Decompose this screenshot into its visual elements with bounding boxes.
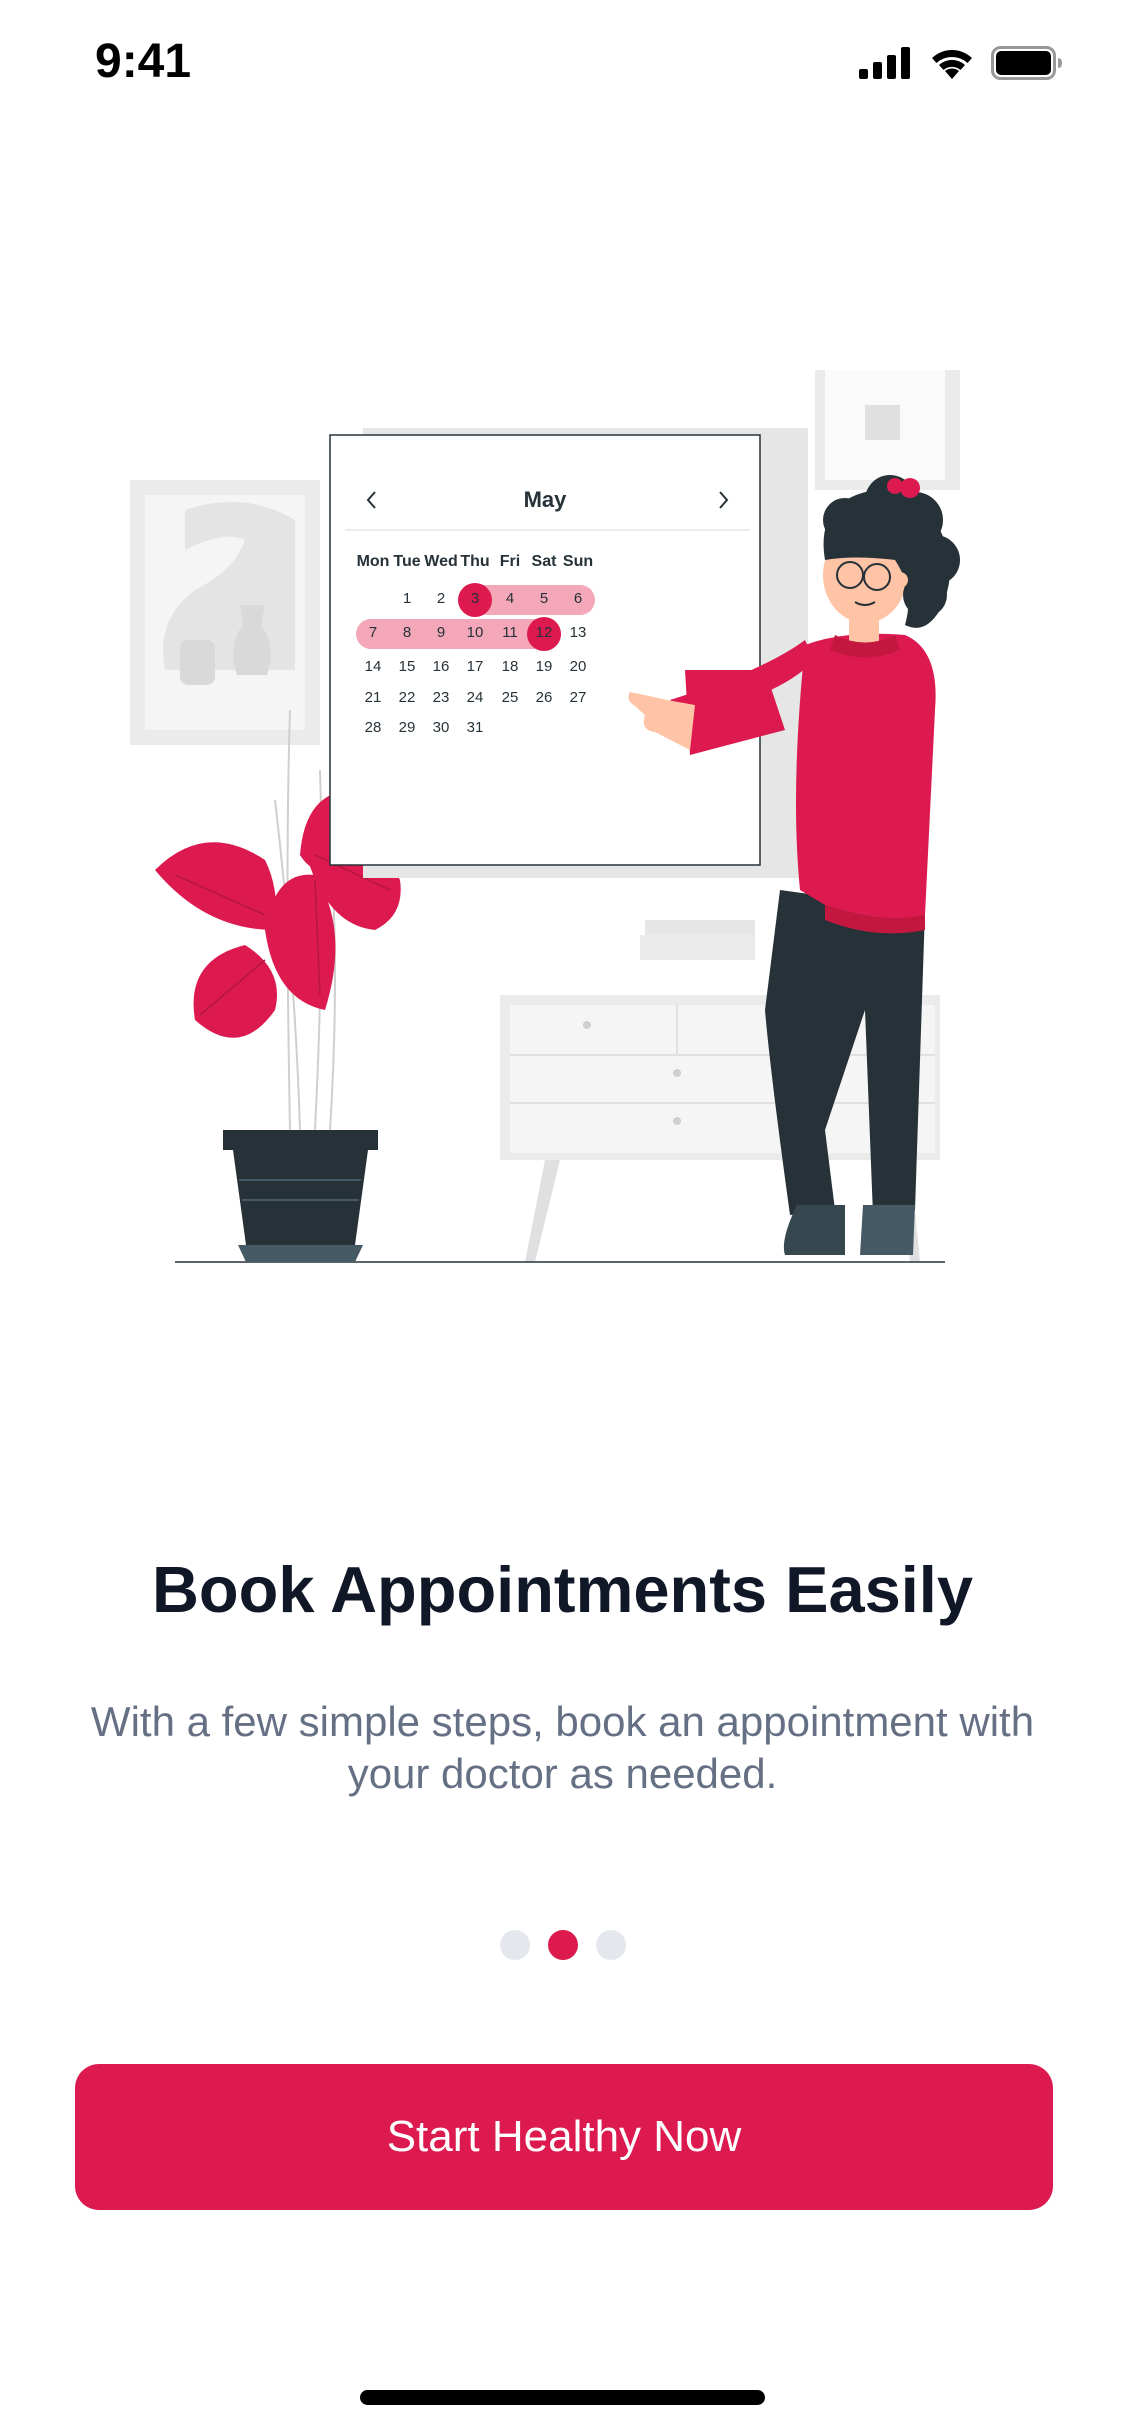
calendar-day: 9 — [437, 624, 445, 641]
calendar-weekday: Thu — [460, 553, 489, 570]
status-bar: 9:41 — [0, 0, 1125, 130]
calendar-day: 2 — [437, 590, 445, 607]
calendar-day: 6 — [574, 590, 582, 607]
calendar-weekday: Mon — [357, 553, 390, 570]
calendar-day: 12 — [536, 624, 553, 641]
calendar-day: 24 — [467, 689, 484, 706]
calendar-day: 29 — [399, 719, 416, 736]
calendar-day: 19 — [536, 658, 553, 675]
calendar-widget: May Mon Tue Wed Thu Fri Sat Sun 1 2 3 4 5 67 8 9 10 11 1… — [329, 428, 808, 878]
calendar-weekday: Fri — [500, 553, 520, 570]
calendar-day: 25 — [502, 689, 519, 706]
booking-illustration: May Mon Tue Wed Thu Fri Sat Sun 1 2 3 4 5 67 8 9 10 11 1… — [130, 370, 960, 1263]
calendar-day: 16 — [433, 658, 450, 675]
calendar-weekday: Sat — [532, 553, 558, 570]
page-dot[interactable] — [499, 1930, 530, 1960]
calendar-day: 11 — [502, 624, 518, 641]
calendar-day: 30 — [433, 719, 450, 736]
calendar-day: 26 — [536, 689, 553, 706]
wifi-icon — [932, 50, 972, 79]
page-indicator — [0, 1930, 1125, 1960]
calendar-day: 18 — [502, 658, 519, 675]
page-dot-active[interactable] — [547, 1930, 578, 1960]
calendar-day: 20 — [570, 658, 587, 675]
start-healthy-now-button[interactable]: Start Healthy Now — [75, 2064, 1053, 2210]
calendar-day: 15 — [399, 658, 416, 675]
wall-picture-right — [815, 370, 960, 490]
home-indicator[interactable] — [360, 2390, 765, 2405]
calendar-day: 21 — [365, 689, 382, 706]
status-icons — [859, 46, 1063, 80]
calendar-day: 14 — [365, 658, 382, 675]
calendar-day: 8 — [403, 624, 411, 641]
battery-icon — [991, 46, 1062, 80]
calendar-month: May — [524, 487, 568, 512]
calendar-day: 4 — [506, 590, 514, 607]
calendar-day: 22 — [399, 689, 416, 706]
calendar-day: 27 — [570, 689, 587, 706]
calendar-day: 13 — [570, 624, 587, 641]
calendar-weekday: Wed — [424, 553, 457, 570]
onboarding-title: Book Appointments Easily — [151, 1553, 974, 1626]
calendar-weekday: Sun — [563, 553, 593, 570]
calendar-day: 3 — [471, 590, 479, 607]
onboarding-subtitle: With a few simple steps, book an appoint… — [90, 1698, 1035, 1797]
calendar-day: 10 — [467, 624, 484, 641]
calendar-day: 23 — [433, 689, 450, 706]
calendar-day: 17 — [467, 658, 484, 675]
calendar-day: 5 — [540, 590, 548, 607]
calendar-day: 1 — [403, 590, 411, 607]
calendar-day: 7 — [369, 624, 377, 641]
wall-picture-left — [130, 480, 320, 745]
calendar-day: 28 — [365, 719, 382, 736]
cellular-signal-icon — [859, 47, 910, 79]
calendar-day: 31 — [467, 719, 484, 736]
status-time: 9:41 — [95, 35, 192, 88]
page-dot[interactable] — [595, 1930, 626, 1960]
calendar-weekday: Tue — [393, 553, 420, 570]
